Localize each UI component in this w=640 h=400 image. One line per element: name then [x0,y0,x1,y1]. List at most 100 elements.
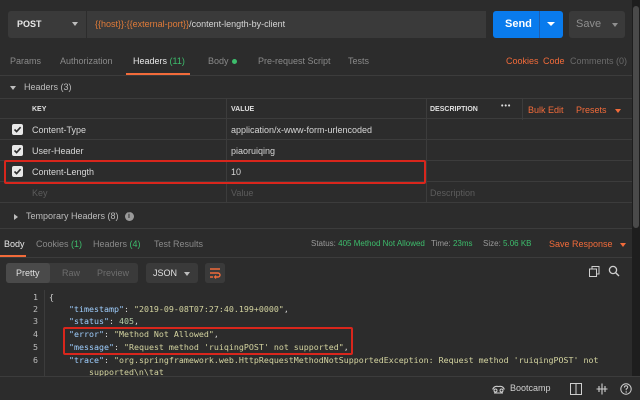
header-row-checkbox[interactable] [12,145,23,156]
json-key: "trace" [69,355,104,365]
headers-section-toggle[interactable]: Headers (3) [10,82,72,92]
header-row: Content-Type application/x-www-form-urle… [0,119,632,140]
copy-icon[interactable] [589,266,600,277]
code-text: { [49,292,54,302]
request-tabs: Params Authorization Headers (11) Body P… [0,46,640,76]
column-divider [226,119,227,140]
presets-dropdown[interactable]: Presets [576,99,622,120]
status-footer: Bootcamp [0,376,640,400]
size-value: 5.06 KB [503,239,532,248]
column-key: KEY [32,106,47,113]
save-response-label: Save Response [549,239,613,249]
response-cookies-count: (1) [71,239,83,249]
bootcamp-label[interactable]: Bootcamp [510,383,551,393]
send-options-chevron-icon[interactable] [547,22,555,26]
line-number: 5 [33,342,38,352]
tab-headers-label: Headers [133,56,168,66]
method-label: POST [17,19,42,29]
send-label: Send [505,18,532,30]
chevron-down-icon [72,22,78,26]
tab-body-label: Body [208,56,229,66]
column-value: VALUE [231,106,255,113]
url-input[interactable]: {{host}}:{{external-port}}/content-lengt… [86,11,486,38]
column-divider [426,140,427,161]
bootcamp-icon[interactable] [492,384,505,395]
method-select[interactable]: POST [8,11,86,38]
response-toolbar: Pretty Raw Preview JSON [0,260,640,288]
code-text: "trace": "org.springframework.web.HttpRe… [69,355,599,365]
new-key-input[interactable]: Key [32,182,48,203]
json-key: "status" [69,316,109,326]
line-number: 1 [33,292,38,302]
highlight-box-content-length [4,160,426,184]
active-tab-indicator [126,73,190,75]
new-header-row: Key Value Description [0,182,632,203]
column-divider [522,99,523,120]
save-response-dropdown[interactable]: Save Response [549,239,627,249]
code-link[interactable]: Code [543,56,565,66]
header-value[interactable]: piaoruiqing [231,140,275,161]
two-pane-view-icon[interactable] [570,383,582,395]
json-punct: , [133,316,139,326]
code-line: supported\n\tat [0,365,632,376]
comments-link[interactable]: Comments (0) [570,56,627,66]
more-options-icon[interactable]: ••• [501,99,511,120]
column-description: DESCRIPTION [430,106,478,113]
send-button[interactable]: Send [493,11,563,38]
view-mode-switch: Pretty Raw Preview [6,263,138,283]
column-divider [226,140,227,161]
request-bar: POST {{host}}:{{external-port}}/content-… [0,0,640,46]
temporary-headers-label: Temporary Headers (8) [26,211,119,221]
response-tab-headers[interactable]: Headers (4) [93,239,141,249]
response-tab-body[interactable]: Body [4,239,25,249]
tab-pre-request-script[interactable]: Pre-request Script [258,56,331,66]
status-value: 405 Method Not Allowed [338,239,425,248]
new-description-input[interactable]: Description [430,182,475,203]
wrap-lines-button[interactable] [205,263,225,283]
headers-table-header: KEY VALUE DESCRIPTION ••• Bulk Edit Pres… [0,98,632,120]
header-row-checkbox[interactable] [12,124,23,135]
bulk-edit-link[interactable]: Bulk Edit [528,99,564,120]
response-tab-cookies[interactable]: Cookies (1) [36,239,82,249]
help-icon[interactable] [620,383,632,395]
header-value[interactable]: application/x-www-form-urlencoded [231,119,372,140]
search-icon[interactable] [608,265,620,277]
format-select[interactable]: JSON [146,263,198,283]
save-button[interactable]: Save [569,11,625,38]
url-port-var: {{external-port}} [126,19,190,29]
tab-params[interactable]: Params [10,56,41,66]
tab-authorization[interactable]: Authorization [60,56,113,66]
response-status: Status: 405 Method Not Allowed [311,239,425,248]
new-value-input[interactable]: Value [231,182,253,203]
cookies-link[interactable]: Cookies [506,56,539,66]
view-pretty[interactable]: Pretty [16,268,40,278]
view-raw[interactable]: Raw [62,268,80,278]
header-key[interactable]: Content-Type [32,119,86,140]
tab-tests[interactable]: Tests [348,56,369,66]
tab-headers[interactable]: Headers (11) [133,56,185,66]
tab-body[interactable]: Body [208,56,237,66]
column-divider [226,182,227,203]
scrollbar-thumb[interactable] [633,6,639,228]
header-key[interactable]: User-Header [32,140,84,161]
line-number: 3 [33,316,38,326]
code-text: "status": 405, [69,316,139,326]
size-label: Size: [483,239,501,248]
column-divider [426,182,427,203]
column-divider [426,161,427,182]
response-headers-count: (4) [129,239,141,249]
highlight-box-error-message [63,327,353,355]
response-active-tab-indicator [0,255,26,257]
wrap-lines-icon [205,263,225,283]
temporary-headers-toggle[interactable]: Temporary Headers (8) i [14,211,134,222]
url-host-var: {{host}} [95,19,125,29]
json-value: "2019-09-08T07:27:40.199+0000" [133,304,284,314]
info-icon[interactable]: i [124,212,134,222]
keyboard-shortcuts-icon[interactable] [596,383,608,395]
checkmark-icon [13,147,22,154]
save-options-chevron-icon[interactable] [612,23,618,27]
code-line: 2 "timestamp": "2019-09-08T07:27:40.199+… [0,302,632,314]
line-number: 6 [33,355,38,365]
response-tab-test-results[interactable]: Test Results [154,239,203,249]
view-preview[interactable]: Preview [97,268,129,278]
